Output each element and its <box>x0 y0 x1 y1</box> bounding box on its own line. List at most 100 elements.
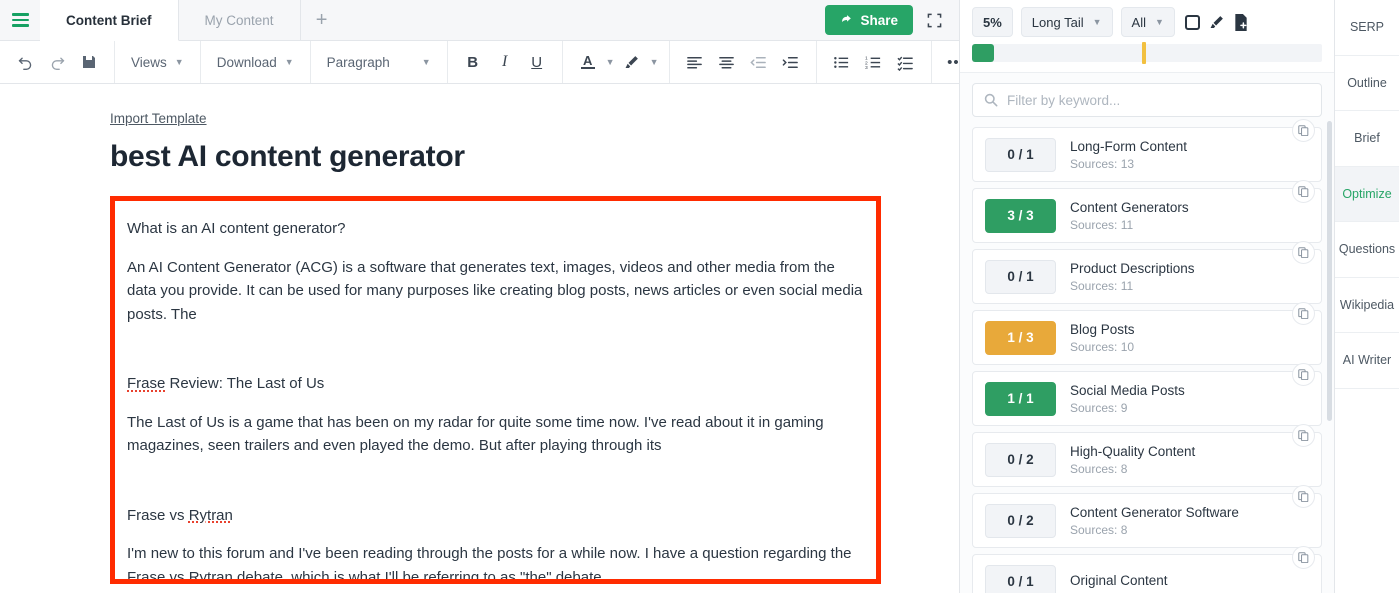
paragraph-1[interactable]: An AI Content Generator (ACG) is a softw… <box>127 256 867 327</box>
right-nav-item-questions[interactable]: Questions <box>1335 222 1399 278</box>
text-color-control[interactable]: A ▼ <box>573 47 615 77</box>
share-button[interactable]: Share <box>825 5 913 35</box>
keyword-list-area: 0 / 1 Long-Form Content Sources: 13 3 / 3 Co… <box>960 72 1334 593</box>
tab-content-brief[interactable]: Content Brief <box>40 0 179 41</box>
copy-keyword-icon[interactable] <box>1292 119 1315 142</box>
italic-button[interactable]: I <box>490 47 520 77</box>
paragraph-label: Paragraph <box>326 54 390 70</box>
app-root: Content Brief My Content + Share Views ▼… <box>0 0 1399 593</box>
copy-keyword-icon[interactable] <box>1292 363 1315 386</box>
chevron-down-icon: ▼ <box>1092 17 1102 27</box>
keyword-row[interactable]: 1 / 3 Blog Posts Sources: 10 <box>972 302 1322 365</box>
copy-keyword-icon[interactable] <box>1292 546 1315 569</box>
undo-icon[interactable] <box>10 47 40 77</box>
paragraph-5[interactable]: I'm new to this forum and I've been read… <box>127 542 867 584</box>
views-group: Views ▼ <box>115 41 201 83</box>
document-body-highlight[interactable]: What is an AI content generator? An AI C… <box>110 196 881 584</box>
keyword-row[interactable]: 0 / 1 Original Content <box>972 546 1322 593</box>
keyword-row[interactable]: 0 / 2 Content Generator Software Sources: … <box>972 485 1322 548</box>
right-nav-item-optimize[interactable]: Optimize <box>1335 166 1399 222</box>
paragraph-4[interactable]: Frase vs Rytran <box>127 504 867 528</box>
keyword-count-badge[interactable]: 1 / 3 <box>985 320 1056 355</box>
color-group: A ▼ ▼ <box>563 41 670 83</box>
text-color-icon[interactable]: A <box>573 47 603 77</box>
keyword-row[interactable]: 1 / 1 Social Media Posts Sources: 9 <box>972 363 1322 426</box>
checklist-icon[interactable] <box>891 47 921 77</box>
misspelled-word: Rytran <box>188 568 233 584</box>
numbered-list-icon[interactable]: 1 2 3 <box>859 47 889 77</box>
keyword-texts: Content Generators Sources: 11 <box>1070 200 1189 232</box>
import-template-link[interactable]: Import Template <box>110 111 207 126</box>
tab-my-content[interactable]: My Content <box>178 0 301 40</box>
right-nav-item-brief[interactable]: Brief <box>1335 111 1399 167</box>
paragraph-2[interactable]: Frase Review: The Last of Us <box>127 372 867 396</box>
redo-icon[interactable] <box>42 47 72 77</box>
keyword-row[interactable]: 0 / 2 High-Quality Content Sources: 8 <box>972 424 1322 487</box>
copy-keyword-icon[interactable] <box>1292 180 1315 203</box>
right-nav-item-ai-writer[interactable]: AI Writer <box>1335 333 1399 389</box>
keyword-count-badge[interactable]: 0 / 1 <box>985 564 1056 593</box>
highlight-color-control[interactable]: ▼ <box>617 47 659 77</box>
paragraph-0[interactable]: What is an AI content generator? <box>127 217 867 241</box>
right-nav-item-outline[interactable]: Outline <box>1335 55 1399 111</box>
underline-button[interactable]: U <box>522 47 552 77</box>
share-button-label: Share <box>860 12 898 28</box>
right-nav-item-wikipedia[interactable]: Wikipedia <box>1335 277 1399 333</box>
outdent-icon[interactable] <box>744 47 774 77</box>
keyword-count-badge[interactable]: 0 / 2 <box>985 503 1056 538</box>
highlighter-icon[interactable] <box>617 47 647 77</box>
progress-fill <box>972 44 994 62</box>
copy-keyword-icon[interactable] <box>1292 302 1315 325</box>
paragraph-style-dropdown[interactable]: Paragraph ▼ <box>321 47 437 77</box>
history-group <box>0 41 115 83</box>
keyword-count-badge[interactable]: 0 / 2 <box>985 442 1056 477</box>
progress-target-marker <box>1142 42 1146 64</box>
keyword-count-badge[interactable]: 0 / 1 <box>985 259 1056 294</box>
optimize-score-badge[interactable]: 5% <box>972 7 1013 37</box>
highlighter-icon[interactable] <box>1208 14 1225 31</box>
copy-keyword-icon[interactable] <box>1292 485 1315 508</box>
chevron-down-icon: ▼ <box>174 57 184 67</box>
hamburger-menu-icon[interactable] <box>0 0 40 40</box>
indent-icon[interactable] <box>776 47 806 77</box>
misspelled-word: Frase <box>127 375 166 392</box>
copy-keyword-icon[interactable] <box>1292 424 1315 447</box>
keyword-row[interactable]: 0 / 1 Product Descriptions Sources: 11 <box>972 241 1322 304</box>
views-dropdown[interactable]: Views ▼ <box>125 47 190 77</box>
alignment-group <box>670 41 817 83</box>
keyword-count-badge[interactable]: 3 / 3 <box>985 198 1056 233</box>
align-left-icon[interactable] <box>680 47 710 77</box>
keyword-count-badge[interactable]: 1 / 1 <box>985 381 1056 416</box>
optimize-checkbox[interactable] <box>1184 14 1200 30</box>
keyword-filter[interactable] <box>972 83 1322 117</box>
add-tab-button[interactable]: + <box>301 0 343 40</box>
keyword-count-badge[interactable]: 0 / 1 <box>985 137 1056 172</box>
keyword-term: Product Descriptions <box>1070 260 1195 276</box>
keyword-row[interactable]: 0 / 1 Long-Form Content Sources: 13 <box>972 119 1322 182</box>
right-nav-item-serp[interactable]: SERP <box>1335 0 1399 56</box>
fullscreen-icon[interactable] <box>923 9 945 31</box>
scope-label: All <box>1131 14 1146 30</box>
add-document-icon[interactable] <box>1233 13 1249 31</box>
chevron-down-icon[interactable]: ▼ <box>650 57 659 67</box>
document-scroll-area[interactable]: Import Template best AI content generato… <box>0 84 959 593</box>
paragraph-3[interactable]: The Last of Us is a game that has been o… <box>127 411 867 458</box>
svg-text:3: 3 <box>865 65 868 71</box>
search-input[interactable] <box>1007 92 1310 108</box>
keyword-type-dropdown[interactable]: Long Tail ▼ <box>1020 7 1113 37</box>
document-title[interactable]: best AI content generator <box>110 140 959 174</box>
save-icon[interactable] <box>74 47 104 77</box>
keyword-row[interactable]: 3 / 3 Content Generators Sources: 11 <box>972 180 1322 243</box>
keyword-term: Original Content <box>1070 572 1168 588</box>
chevron-down-icon: ▼ <box>284 57 294 67</box>
text-style-group: B I U <box>448 41 563 83</box>
keyword-list-scrollbar[interactable] <box>1327 121 1332 421</box>
bulleted-list-icon[interactable] <box>827 47 857 77</box>
copy-keyword-icon[interactable] <box>1292 241 1315 264</box>
align-center-icon[interactable] <box>712 47 742 77</box>
keyword-texts: Long-Form Content Sources: 13 <box>1070 139 1187 171</box>
download-dropdown[interactable]: Download ▼ <box>211 47 300 77</box>
chevron-down-icon[interactable]: ▼ <box>606 57 615 67</box>
scope-dropdown[interactable]: All ▼ <box>1120 7 1175 37</box>
bold-button[interactable]: B <box>458 47 488 77</box>
